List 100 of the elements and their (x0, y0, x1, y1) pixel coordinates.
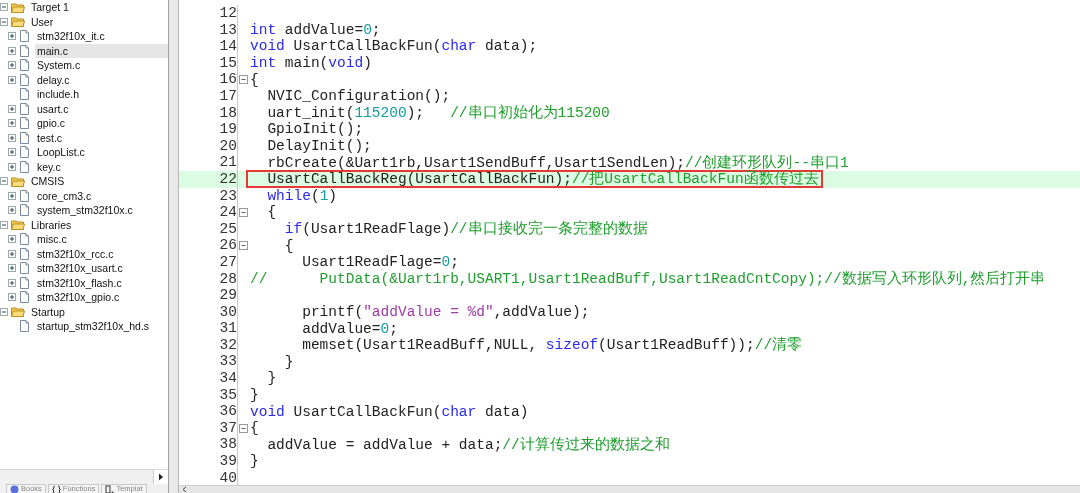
code-line: while(1) (266, 188, 338, 203)
collapse-icon[interactable] (0, 177, 8, 186)
expand-icon[interactable] (8, 61, 16, 70)
code-line: DelayInit(); (266, 139, 372, 154)
expand-icon[interactable] (8, 46, 16, 55)
expand-icon[interactable] (8, 119, 16, 128)
tree-item[interactable]: LoopList.c (35, 145, 87, 160)
collapse-icon[interactable] (0, 3, 8, 12)
line-number: 32 (218, 336, 237, 354)
collapse-icon[interactable] (0, 17, 8, 26)
expand-icon[interactable] (8, 191, 16, 200)
tree-item[interactable]: usart.c (35, 101, 71, 116)
file-icon (19, 131, 30, 144)
code-line: } (283, 354, 294, 369)
code-line: { (250, 421, 259, 436)
horizontal-scrollbar[interactable] (179, 485, 1080, 493)
line-number: 25 (218, 220, 237, 238)
expand-icon[interactable] (8, 162, 16, 171)
folder-icon (11, 306, 25, 318)
line-number: 37 (218, 419, 237, 437)
expand-icon[interactable] (8, 264, 16, 273)
code-line: // PutData(&Uart1rb,USART1,Usart1ReadBuff,Usart1ReadCntCopy);//数据写入环形队列,然后打开串 (250, 271, 1046, 286)
line-number: 28 (218, 270, 237, 288)
code-line: } (266, 371, 277, 386)
tree-item[interactable]: stm32f10x_rcc.c (35, 246, 116, 261)
file-icon (19, 88, 30, 101)
line-number: 33 (218, 353, 237, 371)
file-icon (19, 247, 30, 260)
file-icon (19, 233, 30, 246)
expand-icon[interactable] (8, 293, 16, 302)
line-number: 17 (218, 87, 237, 105)
code-line: int addValue=0; (250, 22, 381, 37)
file-icon (19, 320, 30, 333)
tree-item[interactable]: misc.c (35, 232, 69, 247)
tree-item[interactable]: startup_stm32f10x_hd.s (35, 319, 152, 334)
line-number: 40 (218, 469, 237, 485)
tree-item[interactable]: delay.c (35, 72, 72, 87)
tree-item[interactable]: system_stm32f10x.c (35, 203, 135, 218)
scroll-right-icon[interactable] (153, 470, 168, 484)
code-line: Usart1ReadFlage=0; (301, 255, 459, 270)
file-icon (19, 160, 30, 173)
line-number: 19 (218, 121, 237, 138)
horizontal-scrollbar[interactable] (0, 469, 168, 484)
collapse-icon[interactable] (0, 307, 8, 316)
file-icon (19, 73, 30, 86)
code-line: } (250, 454, 259, 469)
tree-item[interactable]: Libraries (29, 217, 74, 232)
code-line: memset(Usart1ReadBuff,NULL, sizeof(Usart1ReadBuff));//清零 (301, 338, 803, 353)
tree-item[interactable]: include.h (35, 87, 82, 102)
tree-item[interactable]: key.c (35, 159, 63, 174)
tree-item[interactable]: stm32f10x_flash.c (35, 275, 124, 290)
expand-icon[interactable] (8, 148, 16, 157)
file-icon (19, 291, 30, 304)
collapse-icon[interactable] (239, 207, 248, 217)
tree-item[interactable]: core_cm3.c (35, 188, 94, 203)
tree-item[interactable]: stm32f10x_it.c (35, 29, 107, 44)
expand-icon[interactable] (8, 249, 16, 258)
code-line: void UsartCallBackFun(char data) (250, 404, 529, 419)
tree-item[interactable]: test.c (35, 130, 65, 145)
expand-icon[interactable] (8, 104, 16, 113)
book-icon (10, 485, 19, 493)
code-line: NVIC_Configuration(); (266, 89, 451, 104)
tree-item[interactable]: CMSIS (29, 174, 67, 189)
code-line: { (266, 205, 277, 220)
expand-icon[interactable] (8, 206, 16, 215)
line-number: 21 (218, 154, 237, 171)
tree-item[interactable]: main.c (35, 43, 168, 58)
collapse-icon[interactable] (239, 241, 248, 251)
tree-item[interactable]: stm32f10x_gpio.c (35, 290, 122, 305)
braces-icon (51, 485, 61, 493)
code-line: { (283, 238, 294, 253)
collapse-icon[interactable] (0, 220, 8, 229)
code-line: { (250, 72, 259, 87)
code-line: addValue=0; (301, 321, 398, 336)
tree-item[interactable]: System.c (35, 58, 83, 73)
line-number: 26 (218, 237, 237, 254)
line-number: 36 (218, 403, 237, 420)
collapse-icon[interactable] (239, 75, 248, 85)
line-number: 29 (218, 287, 237, 304)
file-icon (19, 44, 30, 57)
expand-icon[interactable] (8, 278, 16, 287)
file-icon (19, 59, 30, 72)
tree-item[interactable]: User (29, 14, 56, 29)
collapse-icon[interactable] (239, 423, 248, 433)
tree-item[interactable]: gpio.c (35, 116, 68, 131)
tree-item[interactable]: Startup (29, 304, 67, 319)
line-number: 23 (218, 187, 237, 205)
expand-icon[interactable] (8, 133, 16, 142)
code-line: if(Usart1ReadFlage)//串口接收完一条完整的数据 (283, 222, 648, 236)
line-number: 38 (218, 436, 237, 454)
expand-icon[interactable] (8, 75, 16, 84)
folder-icon (11, 219, 25, 231)
code-line: printf("addValue = %d",addValue); (301, 305, 590, 319)
expand-icon[interactable] (8, 235, 16, 244)
line-number: 30 (218, 303, 237, 321)
expand-icon[interactable] (8, 32, 16, 41)
file-icon (19, 262, 30, 275)
tree-item[interactable]: Target 1 (29, 0, 71, 15)
file-icon (19, 189, 30, 202)
tree-item[interactable]: stm32f10x_usart.c (35, 261, 125, 276)
